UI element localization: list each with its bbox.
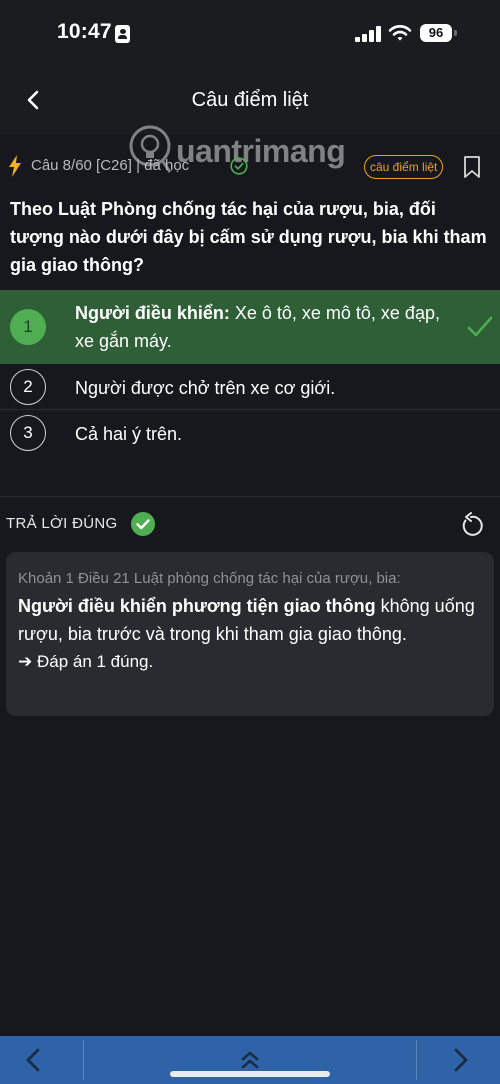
answer-text: Người được chở trên xe cơ giới. bbox=[75, 378, 336, 398]
divider bbox=[0, 496, 500, 497]
nav-separator bbox=[83, 1040, 84, 1080]
answer-text: Người điều khiển: Xe ô tô, xe mô tô, xe … bbox=[75, 299, 445, 355]
explanation-bold-text: Người điều khiển phương tiện giao thông bbox=[18, 596, 376, 616]
wifi-icon bbox=[388, 25, 412, 41]
bookmark-icon[interactable] bbox=[463, 155, 481, 179]
signal-icon bbox=[355, 26, 381, 42]
id-card-icon bbox=[115, 25, 130, 43]
explanation-reference: Khoản 1 Điều 21 Luật phòng chống tác hại… bbox=[18, 570, 401, 587]
nav-separator bbox=[416, 1040, 417, 1080]
explanation-box: Khoản 1 Điều 21 Luật phòng chống tác hại… bbox=[6, 552, 494, 716]
answer-number: 3 bbox=[10, 415, 46, 451]
status-bar: 10:47 96 bbox=[0, 0, 500, 66]
home-indicator[interactable] bbox=[170, 1071, 330, 1077]
chevron-up-double-icon[interactable] bbox=[239, 1050, 261, 1070]
answer-number: 1 bbox=[10, 309, 46, 345]
answer-option-3[interactable]: 3 Cả hai ý trên. bbox=[0, 412, 500, 456]
critical-question-badge: câu điểm liệt bbox=[364, 155, 444, 179]
battery-tip bbox=[454, 30, 457, 36]
answer-number: 2 bbox=[10, 369, 46, 405]
chevron-right-icon[interactable] bbox=[448, 1046, 472, 1074]
page-title: Câu điểm liệt bbox=[191, 89, 309, 111]
reset-icon[interactable] bbox=[459, 511, 485, 539]
question-progress: Câu 8/60 [C26] | đã học bbox=[31, 157, 190, 174]
answer-bold-text: Người điều khiển: bbox=[75, 303, 230, 323]
check-circle-icon bbox=[230, 157, 248, 175]
result-label: TRẢ LỜI ĐÚNG bbox=[6, 515, 118, 532]
check-circle-filled-icon bbox=[131, 512, 155, 536]
question-meta: Câu 8/60 [C26] | đã học câu điểm liệt bbox=[8, 152, 492, 182]
explanation-body: Người điều khiển phương tiện giao thông … bbox=[18, 592, 482, 648]
checkmark-icon bbox=[467, 316, 493, 337]
answer-option-1[interactable]: 1 Người điều khiển: Xe ô tô, xe mô tô, x… bbox=[0, 290, 500, 364]
battery-icon: 96 bbox=[420, 24, 452, 42]
question-text: Theo Luật Phòng chống tác hại của rượu, … bbox=[10, 199, 487, 275]
answer-text: Cả hai ý trên. bbox=[75, 424, 183, 444]
status-time: 10:47 bbox=[57, 20, 112, 43]
chevron-left-icon[interactable] bbox=[22, 1046, 46, 1074]
lightning-icon bbox=[9, 155, 21, 177]
answer-option-2[interactable]: 2 Người được chở trên xe cơ giới. bbox=[0, 366, 500, 410]
explanation-answer: ➔ Đáp án 1 đúng. bbox=[18, 652, 154, 671]
